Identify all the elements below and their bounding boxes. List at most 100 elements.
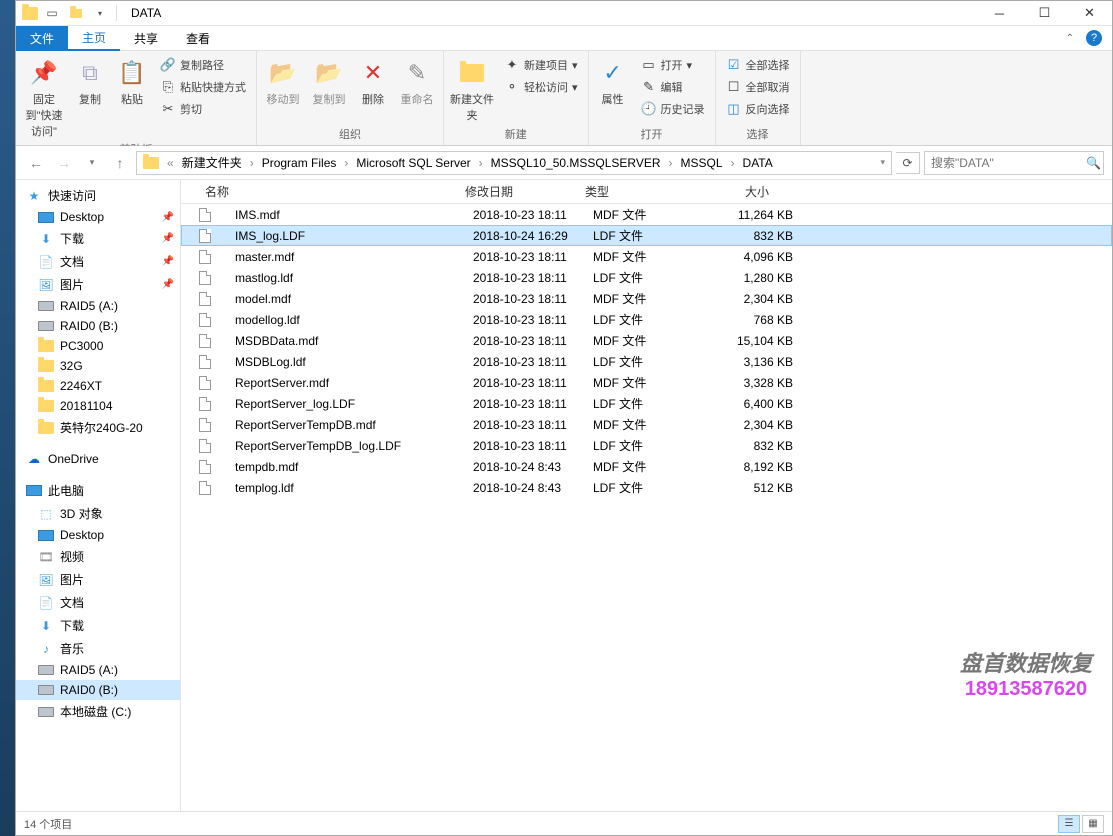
open-button[interactable]: ▭打开▾ bbox=[637, 55, 709, 75]
nav-raid0[interactable]: RAID0 (B:) bbox=[16, 316, 180, 336]
nav-intel[interactable]: 英特尔240G-20 bbox=[16, 416, 180, 439]
view-details-button[interactable]: ☰ bbox=[1058, 815, 1080, 833]
nav-3dobjects[interactable]: ⬚3D 对象 bbox=[16, 502, 180, 525]
nav-raid0b[interactable]: RAID0 (B:) bbox=[16, 680, 180, 700]
breadcrumb-seg[interactable]: Microsoft SQL Server bbox=[350, 152, 476, 174]
copy-button[interactable]: ⧉复制 bbox=[72, 55, 108, 107]
nav-raid5[interactable]: RAID5 (A:) bbox=[16, 296, 180, 316]
moveto-button[interactable]: 📂移动到 bbox=[263, 55, 303, 107]
group-open-label: 打开 bbox=[595, 124, 709, 145]
table-row[interactable]: modellog.ldf 2018-10-23 18:11 LDF 文件 768… bbox=[181, 309, 1112, 330]
nav-downloads[interactable]: ⬇下载📌 bbox=[16, 227, 180, 250]
nav-downloads2[interactable]: ⬇下载 bbox=[16, 614, 180, 637]
nav-20181104[interactable]: 20181104 bbox=[16, 396, 180, 416]
table-row[interactable]: MSDBData.mdf 2018-10-23 18:11 MDF 文件 15,… bbox=[181, 330, 1112, 351]
qat-properties-icon[interactable]: ▭ bbox=[42, 3, 62, 23]
table-row[interactable]: tempdb.mdf 2018-10-24 8:43 MDF 文件 8,192 … bbox=[181, 456, 1112, 477]
col-name[interactable]: 名称 bbox=[197, 183, 457, 200]
selectnone-button[interactable]: ☐全部取消 bbox=[722, 77, 794, 97]
nav-raid5b[interactable]: RAID5 (A:) bbox=[16, 660, 180, 680]
pasteshortcut-button[interactable]: ⎘粘贴快捷方式 bbox=[156, 77, 250, 97]
nav-onedrive[interactable]: ☁OneDrive bbox=[16, 449, 180, 469]
paste-button[interactable]: 📋粘贴 bbox=[114, 55, 150, 107]
nav-documents2[interactable]: 📄文档 bbox=[16, 591, 180, 614]
table-row[interactable]: ReportServer.mdf 2018-10-23 18:11 MDF 文件… bbox=[181, 372, 1112, 393]
nav-quick-access[interactable]: ★快速访问 bbox=[16, 184, 180, 207]
cut-button[interactable]: ✂剪切 bbox=[156, 99, 250, 119]
table-row[interactable]: master.mdf 2018-10-23 18:11 MDF 文件 4,096… bbox=[181, 246, 1112, 267]
tab-file[interactable]: 文件 bbox=[16, 26, 68, 51]
nav-desktop2[interactable]: Desktop bbox=[16, 525, 180, 545]
window-icon bbox=[22, 7, 38, 20]
rename-button[interactable]: ✎重命名 bbox=[397, 55, 437, 107]
file-list[interactable]: 名称 修改日期 类型 大小 IMS.mdf 2018-10-23 18:11 M… bbox=[181, 180, 1112, 811]
table-row[interactable]: templog.ldf 2018-10-24 8:43 LDF 文件 512 K… bbox=[181, 477, 1112, 498]
table-row[interactable]: ReportServerTempDB.mdf 2018-10-23 18:11 … bbox=[181, 414, 1112, 435]
nav-localc[interactable]: 本地磁盘 (C:) bbox=[16, 700, 180, 723]
back-button[interactable]: ← bbox=[24, 151, 48, 175]
nav-thispc[interactable]: 此电脑 bbox=[16, 479, 180, 502]
breadcrumb-seg[interactable]: MSSQL10_50.MSSQLSERVER bbox=[485, 152, 667, 174]
breadcrumb-seg[interactable]: Program Files bbox=[256, 152, 343, 174]
ribbon-collapse-icon[interactable]: ⌃ bbox=[1066, 33, 1074, 44]
nav-desktop[interactable]: Desktop📌 bbox=[16, 207, 180, 227]
nav-music[interactable]: ♪音乐 bbox=[16, 637, 180, 660]
selectall-button[interactable]: ☑全部选择 bbox=[722, 55, 794, 75]
paste-icon: 📋 bbox=[116, 57, 148, 89]
qat-newfolder-icon[interactable] bbox=[66, 3, 86, 23]
qat-dropdown-icon[interactable]: ▾ bbox=[90, 3, 110, 23]
table-row[interactable]: ReportServerTempDB_log.LDF 2018-10-23 18… bbox=[181, 435, 1112, 456]
nav-documents[interactable]: 📄文档📌 bbox=[16, 250, 180, 273]
rename-icon: ✎ bbox=[401, 57, 433, 89]
table-row[interactable]: IMS.mdf 2018-10-23 18:11 MDF 文件 11,264 K… bbox=[181, 204, 1112, 225]
nav-videos[interactable]: 🎞视频 bbox=[16, 545, 180, 568]
tab-home[interactable]: 主页 bbox=[68, 26, 120, 51]
breadcrumb-seg[interactable]: 新建文件夹 bbox=[176, 152, 248, 174]
navigation-pane[interactable]: ★快速访问 Desktop📌 ⬇下载📌 📄文档📌 🖼图片📌 RAID5 (A:)… bbox=[16, 180, 181, 811]
newitem-button[interactable]: ✦新建项目▾ bbox=[500, 55, 582, 75]
col-date[interactable]: 修改日期 bbox=[457, 183, 577, 200]
column-headers[interactable]: 名称 修改日期 类型 大小 bbox=[181, 180, 1112, 204]
recent-dropdown[interactable]: ▾ bbox=[80, 151, 104, 175]
view-icons-button[interactable]: ▦ bbox=[1082, 815, 1104, 833]
forward-button[interactable]: → bbox=[52, 151, 76, 175]
table-row[interactable]: mastlog.ldf 2018-10-23 18:11 LDF 文件 1,28… bbox=[181, 267, 1112, 288]
copypath-button[interactable]: 🔗复制路径 bbox=[156, 55, 250, 75]
nav-32g[interactable]: 32G bbox=[16, 356, 180, 376]
invertsel-button[interactable]: ◫反向选择 bbox=[722, 99, 794, 119]
history-button[interactable]: 🕘历史记录 bbox=[637, 99, 709, 119]
nav-pictures2[interactable]: 🖼图片 bbox=[16, 568, 180, 591]
up-button[interactable]: ↑ bbox=[108, 151, 132, 175]
nav-pc3000[interactable]: PC3000 bbox=[16, 336, 180, 356]
col-size[interactable]: 大小 bbox=[687, 183, 777, 200]
col-type[interactable]: 类型 bbox=[577, 183, 687, 200]
table-row[interactable]: MSDBLog.ldf 2018-10-23 18:11 LDF 文件 3,13… bbox=[181, 351, 1112, 372]
delete-button[interactable]: ✕删除 bbox=[355, 55, 391, 107]
table-row[interactable]: model.mdf 2018-10-23 18:11 MDF 文件 2,304 … bbox=[181, 288, 1112, 309]
copyto-button[interactable]: 📂复制到 bbox=[309, 55, 349, 107]
tab-share[interactable]: 共享 bbox=[120, 26, 172, 51]
edit-icon: ✎ bbox=[641, 79, 657, 95]
search-box[interactable]: 🔍 bbox=[924, 151, 1104, 175]
properties-button[interactable]: ✓属性 bbox=[595, 55, 631, 107]
tab-view[interactable]: 查看 bbox=[172, 26, 224, 51]
nav-pictures[interactable]: 🖼图片📌 bbox=[16, 273, 180, 296]
nav-2246xt[interactable]: 2246XT bbox=[16, 376, 180, 396]
pin-button[interactable]: 📌固定到"快速访问" bbox=[22, 55, 66, 139]
table-row[interactable]: IMS_log.LDF 2018-10-24 16:29 LDF 文件 832 … bbox=[181, 225, 1112, 246]
table-row[interactable]: ReportServer_log.LDF 2018-10-23 18:11 LD… bbox=[181, 393, 1112, 414]
breadcrumb[interactable]: « 新建文件夹› Program Files› Microsoft SQL Se… bbox=[136, 151, 892, 175]
easyaccess-button[interactable]: ⚬轻松访问▾ bbox=[500, 77, 582, 97]
maximize-button[interactable]: ☐ bbox=[1022, 1, 1067, 26]
newfolder-button[interactable]: 新建文件夹 bbox=[450, 55, 494, 123]
help-icon[interactable]: ? bbox=[1086, 30, 1102, 46]
search-input[interactable] bbox=[931, 156, 1086, 170]
refresh-button[interactable]: ⟳ bbox=[896, 152, 920, 174]
breadcrumb-seg[interactable]: DATA bbox=[737, 152, 779, 174]
file-icon bbox=[197, 354, 213, 370]
edit-button[interactable]: ✎编辑 bbox=[637, 77, 709, 97]
close-button[interactable]: ✕ bbox=[1067, 1, 1112, 26]
file-icon bbox=[197, 480, 213, 496]
minimize-button[interactable]: ─ bbox=[977, 1, 1022, 26]
breadcrumb-seg[interactable]: MSSQL bbox=[675, 152, 729, 174]
